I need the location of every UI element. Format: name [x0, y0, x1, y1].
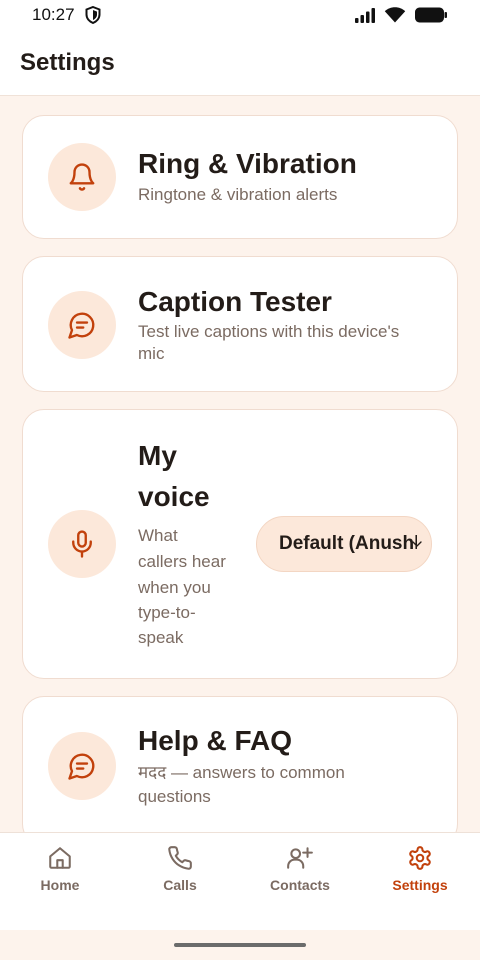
card-ring-vibration[interactable]: Ring & Vibration Ringtone & vibration al…	[22, 115, 458, 239]
card-subtitle-line-3: when you	[138, 578, 211, 597]
card-icon-container	[48, 510, 116, 578]
card-title-line-2: voice	[138, 481, 210, 512]
card-subtitle-line-4: type-to-	[138, 603, 196, 622]
add-contact-icon	[287, 847, 313, 869]
card-help-faq[interactable]: Help & FAQ मदद — answers to common quest…	[22, 696, 458, 832]
card-title-line-1: My	[138, 440, 177, 471]
status-bar: 10:27	[0, 0, 480, 30]
settings-list[interactable]: Ring & Vibration Ringtone & vibration al…	[0, 96, 480, 832]
nav-item-settings[interactable]: Settings	[370, 845, 470, 905]
message-icon	[68, 753, 95, 780]
card-subtitle: Ringtone & vibration alerts	[138, 185, 338, 204]
card-subtitle-line-1: What	[138, 526, 178, 545]
page-title: Settings	[20, 48, 115, 76]
card-subtitle-line-2: callers hear	[138, 552, 226, 571]
card-subtitle-line-2: questions	[138, 787, 211, 806]
chevron-down-icon	[412, 541, 422, 547]
card-subtitle-line-5: speak	[138, 628, 184, 647]
nav-item-calls[interactable]: Calls	[130, 845, 230, 905]
message-icon	[68, 312, 95, 339]
voice-select[interactable]: Default (Anushka)	[256, 516, 432, 572]
status-left: 10:27	[32, 5, 101, 25]
nav-item-home[interactable]: Home	[10, 845, 110, 905]
voice-select-value: Default (Anushka)	[279, 533, 417, 554]
gear-icon	[409, 846, 431, 870]
wifi-icon	[384, 7, 406, 23]
nav-label: Calls	[163, 877, 197, 893]
phone-icon	[168, 846, 192, 870]
signal-icon	[355, 8, 375, 23]
home-icon	[49, 847, 71, 869]
card-subtitle-line-2: mic	[138, 344, 165, 363]
card-icon-container	[48, 143, 116, 211]
card-subtitle-line-1: Test live captions with this device's	[138, 322, 400, 341]
nav-label: Home	[40, 877, 80, 893]
app-header: Settings	[0, 30, 480, 96]
status-right	[354, 6, 448, 24]
nav-item-contacts[interactable]: Contacts	[250, 845, 350, 905]
battery-icon	[415, 7, 447, 23]
bottom-nav: Home Calls Contacts Settings	[0, 832, 480, 930]
card-icon-container	[48, 732, 116, 800]
bell-icon	[69, 163, 95, 191]
card-title: Help & FAQ	[138, 725, 293, 756]
card-title: Caption Tester	[138, 286, 332, 317]
gesture-area	[0, 930, 480, 960]
card-subtitle-line-1: मदद — answers to common	[138, 763, 345, 782]
status-time: 10:27	[32, 5, 75, 24]
card-icon-container	[48, 291, 116, 359]
card-title: Ring & Vibration	[138, 148, 357, 179]
nav-label: Contacts	[270, 877, 330, 893]
mic-icon	[72, 530, 92, 558]
shield-icon	[85, 6, 101, 24]
card-my-voice[interactable]: My voice What callers hear when you type…	[22, 409, 458, 679]
card-caption-tester[interactable]: Caption Tester Test live captions with t…	[22, 256, 458, 392]
gesture-handle[interactable]	[174, 943, 306, 947]
nav-label: Settings	[392, 877, 448, 893]
